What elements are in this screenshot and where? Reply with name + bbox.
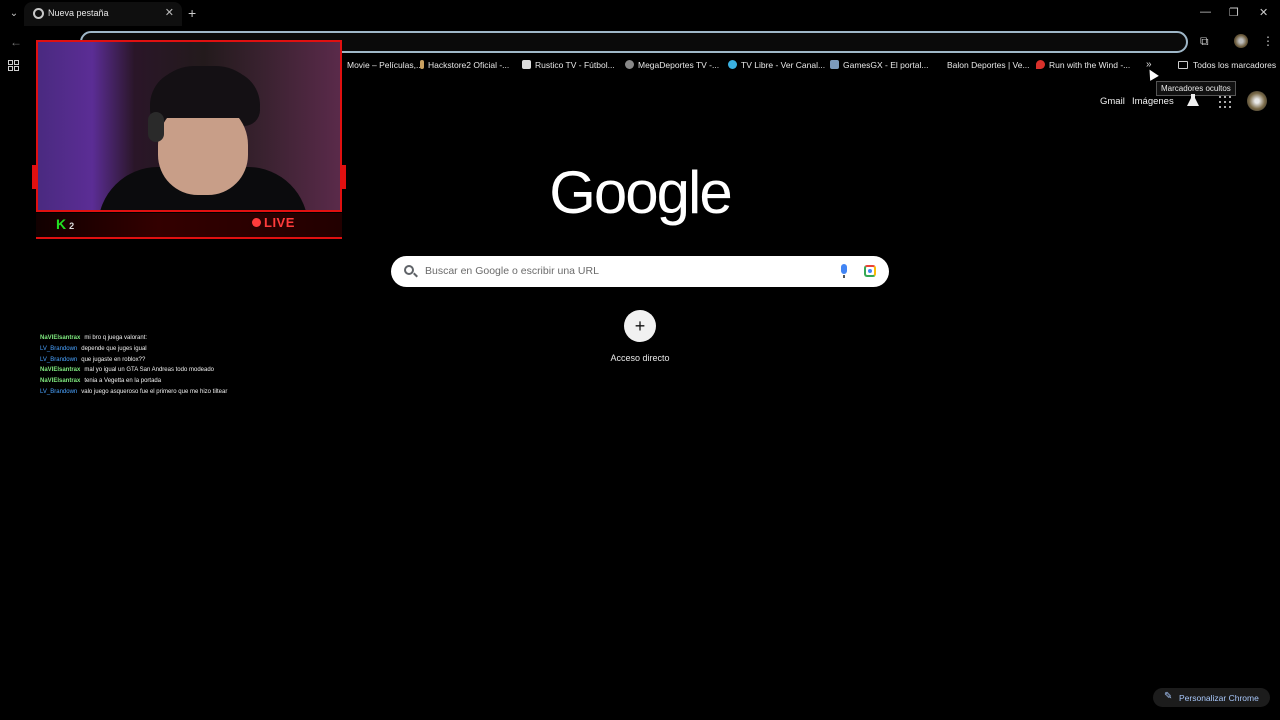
bookmark-item[interactable]: MegaDeportes TV -... — [625, 60, 719, 70]
restore-button[interactable]: ❐ — [1229, 6, 1239, 19]
customize-chrome-label: Personalizar Chrome — [1179, 693, 1259, 703]
google-lens-icon[interactable] — [864, 265, 876, 277]
overlay-frame-accent — [32, 165, 38, 189]
bookmark-favicon-icon — [420, 60, 424, 69]
profile-icon[interactable] — [1234, 34, 1248, 48]
webcam-overlay — [36, 40, 342, 212]
google-apps-icon[interactable] — [1219, 96, 1231, 108]
back-button[interactable]: ← — [10, 35, 22, 49]
close-window-button[interactable]: ✕ — [1259, 6, 1268, 19]
tab-close-icon[interactable]: ✕ — [165, 6, 174, 19]
bookmark-item[interactable]: Run with the Wind -... — [1036, 60, 1130, 70]
bookmark-item[interactable]: TV Libre - Ver Canal... — [728, 60, 825, 70]
google-logo: Google — [549, 159, 732, 226]
customize-chrome-button[interactable]: ✎ Personalizar Chrome — [1153, 688, 1270, 707]
stream-info-bar: K2 LIVE — [36, 213, 342, 239]
images-link[interactable]: Imágenes — [1132, 96, 1174, 107]
bookmark-favicon-icon — [934, 60, 943, 69]
extensions-icon[interactable]: ⧉ — [1200, 34, 1209, 49]
apps-shortcut-icon[interactable] — [8, 60, 19, 71]
account-avatar[interactable] — [1247, 91, 1267, 111]
gmail-link[interactable]: Gmail — [1100, 96, 1125, 107]
add-shortcut-label[interactable]: Acceso directo — [600, 353, 680, 363]
labs-flask-icon[interactable] — [1187, 94, 1199, 107]
bookmark-favicon-icon — [728, 60, 737, 69]
live-badge: LIVE — [252, 215, 295, 230]
tab-new-tab[interactable]: Nueva pestaña ✕ — [24, 2, 182, 26]
chrome-favicon-icon — [33, 8, 44, 19]
bookmark-favicon-icon — [625, 60, 634, 69]
chat-message: LV_Brandown depende que juges igual — [40, 345, 147, 352]
chrome-menu-icon[interactable]: ⋮ — [1262, 34, 1274, 48]
chat-message: LV_Brandown valo juego asqueroso fue el p… — [40, 388, 228, 395]
search-input[interactable]: Buscar en Google o escribir una URL — [391, 256, 889, 287]
search-icon — [404, 265, 414, 275]
voice-search-icon[interactable] — [841, 264, 847, 278]
minimize-button[interactable]: — — [1200, 6, 1211, 18]
chat-message: NaVIElsantrax mi bro q juega valorant: — [40, 335, 148, 341]
bookmark-item[interactable]: Movie – Películas,... — [334, 60, 423, 70]
bookmark-favicon-icon — [522, 60, 531, 69]
all-bookmarks-button[interactable]: Todos los marcadores — [1178, 60, 1276, 70]
chat-message: NaVIElsantrax mal yo igual un GTA San And… — [40, 367, 214, 374]
add-shortcut-button[interactable]: + — [624, 310, 656, 342]
overlay-frame-accent — [340, 165, 346, 189]
tab-title: Nueva pestaña — [48, 8, 109, 18]
kick-logo: K2 — [56, 216, 75, 232]
chat-message: NaVIElsantrax tenia a Vegetta en la porta… — [40, 378, 162, 385]
folder-icon — [1178, 61, 1188, 69]
bookmark-favicon-icon — [830, 60, 839, 69]
bookmark-item[interactable]: GamesGX - El portal... — [830, 60, 929, 70]
bookmark-item[interactable]: Rustico TV - Fútbol... — [522, 60, 615, 70]
bookmark-item[interactable]: Hackstore2 Oficial -... — [420, 60, 509, 70]
stream-chat: NaVIElsantrax mi bro q juega valorant: LV… — [40, 333, 300, 398]
tab-search-chevron-icon[interactable]: ⌄ — [6, 6, 22, 22]
search-placeholder: Buscar en Google o escribir una URL — [425, 265, 599, 277]
bookmark-item[interactable]: Balon Deportes | Ve... — [934, 60, 1030, 70]
pencil-icon: ✎ — [1164, 691, 1173, 702]
bookmark-favicon-icon — [1036, 60, 1045, 69]
chat-message: LV_Brandown que jugaste en roblox?? — [40, 356, 146, 363]
new-tab-button[interactable]: + — [188, 5, 196, 21]
tab-strip: ⌄ Nueva pestaña ✕ + — ❐ ✕ — [0, 0, 1280, 28]
live-dot-icon — [252, 218, 261, 227]
